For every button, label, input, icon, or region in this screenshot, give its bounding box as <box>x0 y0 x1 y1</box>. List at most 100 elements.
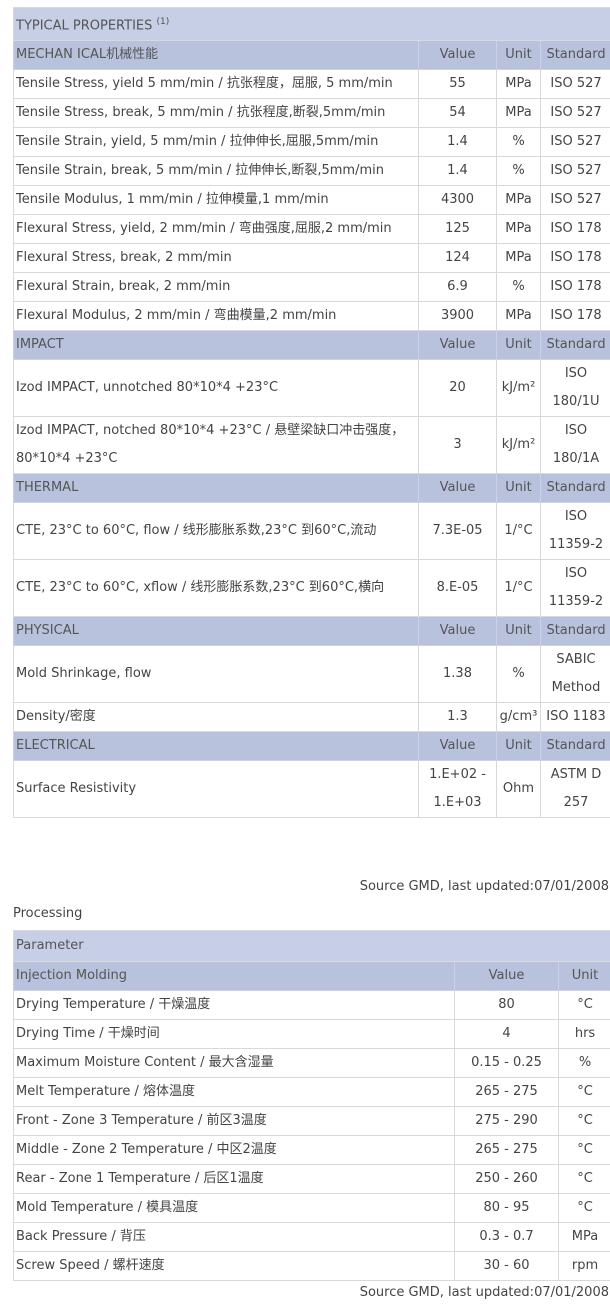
standard-cell: ISO 178 <box>539 301 610 332</box>
table-row: Tensile Strain, break, 5 mm/min / 拉伸伸长,断… <box>13 156 610 187</box>
table-row: Izod IMPACT, notched 80*10*4 +23°C / 悬壁梁… <box>13 416 610 475</box>
unit-cell: 1/°C <box>496 502 541 561</box>
unit-header: Unit <box>557 961 610 991</box>
value-cell: 4300 <box>418 185 497 216</box>
section-name: MECHAN ICAL机械性能 <box>13 40 419 71</box>
property-cell: Density/密度 <box>13 702 419 733</box>
table-row: Mold Temperature / 模具温度 80 - 95 °C <box>13 1193 610 1223</box>
value-cell: 30 - 60 <box>454 1251 559 1281</box>
value-cell: 275 - 290 <box>454 1106 559 1136</box>
unit-cell: kJ/m² <box>496 416 541 475</box>
processing-source-note: Source GMD, last updated:07/01/2008 <box>359 1285 609 1300</box>
table-title-row: TYPICAL PROPERTIES (1) <box>12 6 610 42</box>
title-footnote: (1) <box>156 17 170 27</box>
parameter-cell: Back Pressure / 背压 <box>13 1222 455 1252</box>
table-row: Flexural Stress, break, 2 mm/min 124 MPa IS… <box>13 243 610 274</box>
standard-cell: ISO 178 <box>539 243 610 274</box>
unit-cell: MPa <box>496 69 541 100</box>
table-row: Drying Time / 干燥时间 4 hrs <box>13 1019 610 1049</box>
unit-cell: °C <box>557 1077 610 1107</box>
section-header-row: PHYSICAL Value Unit Standard <box>13 616 610 647</box>
unit-cell: MPa <box>496 301 541 332</box>
section-header-row: IMPACT Value Unit Standard <box>13 330 610 361</box>
property-cell: CTE, 23°C to 60°C, xflow / 线形膨胀系数,23°C 到… <box>13 559 419 618</box>
property-cell: Flexural Modulus, 2 mm/min / 弯曲模量,2 mm/m… <box>13 301 419 332</box>
table-row: Izod IMPACT, unnotched 80*10*4 +23°C 20 kJ… <box>13 359 610 418</box>
processing-table: Parameter Injection Molding Value Unit D… <box>12 930 610 1281</box>
table-row: Surface Resistivity 1.E+02 - 1.E+03 Ohm AST… <box>13 760 610 819</box>
property-cell: Tensile Strain, yield, 5 mm/min / 拉伸伸长,屈… <box>13 127 419 158</box>
table-row: CTE, 23°C to 60°C, xflow / 线形膨胀系数,23°C 到… <box>13 559 610 618</box>
table-row: CTE, 23°C to 60°C, flow / 线形膨胀系数,23°C 到6… <box>13 502 610 561</box>
unit-cell: MPa <box>496 98 541 129</box>
standard-cell: ISO 527 <box>539 127 610 158</box>
section-name: PHYSICAL <box>13 616 419 647</box>
standard-header: Standard <box>539 616 610 647</box>
property-cell: Tensile Modulus, 1 mm/min / 拉伸模量,1 mm/mi… <box>13 185 419 216</box>
value-header: Value <box>418 40 497 71</box>
standard-header: Standard <box>539 473 610 504</box>
unit-cell: °C <box>557 1193 610 1223</box>
standard-header: Standard <box>539 40 610 71</box>
standard-header: Standard <box>539 731 610 762</box>
table-title: TYPICAL PROPERTIES (1) <box>12 6 610 42</box>
parameter-header: Parameter <box>12 930 610 962</box>
standard-cell: ASTM D 257 <box>539 760 610 819</box>
value-cell: 265 - 275 <box>454 1135 559 1165</box>
section-name: ELECTRICAL <box>13 731 419 762</box>
standard-header: Standard <box>539 330 610 361</box>
table-row: Rear - Zone 1 Temperature / 后区1温度 250 - 2… <box>13 1164 610 1194</box>
unit-header: Unit <box>496 330 541 361</box>
standard-cell: ISO 180/1A <box>539 416 610 475</box>
table-row: Flexural Modulus, 2 mm/min / 弯曲模量,2 mm/m… <box>13 301 610 332</box>
unit-cell: kJ/m² <box>496 359 541 418</box>
unit-header: Unit <box>496 40 541 71</box>
unit-cell: Ohm <box>496 760 541 819</box>
standard-cell: SABIC Method <box>539 645 610 704</box>
value-cell: 20 <box>418 359 497 418</box>
unit-cell: °C <box>557 1164 610 1194</box>
value-cell: 0.15 - 0.25 <box>454 1048 559 1078</box>
value-cell: 124 <box>418 243 497 274</box>
typical-properties-table: TYPICAL PROPERTIES (1) MECHAN ICAL机械性能 Va… <box>12 6 610 819</box>
parameter-header-row: Parameter <box>12 930 610 962</box>
parameter-cell: Front - Zone 3 Temperature / 前区3温度 <box>13 1106 455 1136</box>
property-cell: Tensile Stress, yield 5 mm/min / 抗张程度，屈服… <box>13 69 419 100</box>
properties-source-note: Source GMD, last updated:07/01/2008 <box>359 879 609 894</box>
unit-cell: °C <box>557 1135 610 1165</box>
unit-header: Unit <box>496 616 541 647</box>
table-row: Front - Zone 3 Temperature / 前区3温度 275 - … <box>13 1106 610 1136</box>
parameter-cell: Maximum Moisture Content / 最大含湿量 <box>13 1048 455 1078</box>
property-cell: Tensile Strain, break, 5 mm/min / 拉伸伸长,断… <box>13 156 419 187</box>
value-cell: 7.3E-05 <box>418 502 497 561</box>
property-cell: CTE, 23°C to 60°C, flow / 线形膨胀系数,23°C 到6… <box>13 502 419 561</box>
table-row: Tensile Modulus, 1 mm/min / 拉伸模量,1 mm/mi… <box>13 185 610 216</box>
unit-cell: MPa <box>496 214 541 245</box>
value-cell: 265 - 275 <box>454 1077 559 1107</box>
unit-cell: hrs <box>557 1019 610 1049</box>
unit-cell: % <box>496 127 541 158</box>
value-header: Value <box>418 731 497 762</box>
value-header: Value <box>418 473 497 504</box>
unit-header: Unit <box>496 731 541 762</box>
table-row: Maximum Moisture Content / 最大含湿量 0.15 - 0… <box>13 1048 610 1078</box>
table-row: Drying Temperature / 干燥温度 80 °C <box>13 990 610 1020</box>
unit-cell: % <box>496 272 541 303</box>
property-cell: Izod IMPACT, notched 80*10*4 +23°C / 悬壁梁… <box>13 416 419 475</box>
unit-cell: % <box>496 645 541 704</box>
property-cell: Flexural Strain, break, 2 mm/min <box>13 272 419 303</box>
parameter-cell: Middle - Zone 2 Temperature / 中区2温度 <box>13 1135 455 1165</box>
parameter-cell: Mold Temperature / 模具温度 <box>13 1193 455 1223</box>
value-cell: 80 - 95 <box>454 1193 559 1223</box>
table-row: Mold Shrinkage, flow 1.38% SABIC Method <box>13 645 610 704</box>
parameter-cell: Drying Time / 干燥时间 <box>13 1019 455 1049</box>
standard-cell: ISO 527 <box>539 98 610 129</box>
property-cell: Surface Resistivity <box>13 760 419 819</box>
value-cell: 8.E-05 <box>418 559 497 618</box>
value-cell: 0.3 - 0.7 <box>454 1222 559 1252</box>
value-cell: 3900 <box>418 301 497 332</box>
value-header: Value <box>454 961 559 991</box>
section-name: IMPACT <box>13 330 419 361</box>
table-row: Tensile Stress, break, 5 mm/min / 抗张程度,断… <box>13 98 610 129</box>
value-cell: 55 <box>418 69 497 100</box>
